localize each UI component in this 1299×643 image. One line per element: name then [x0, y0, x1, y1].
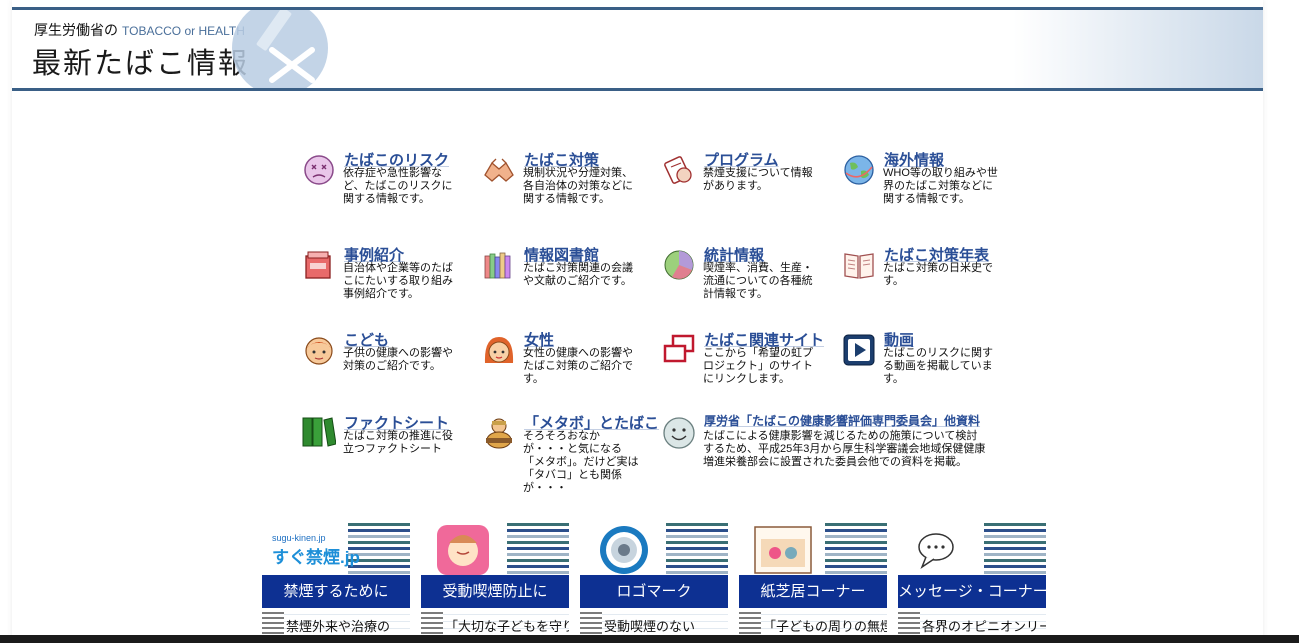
handshake-icon [484, 158, 514, 182]
tile-desc: 女性の健康への影響やたばこ対策のご紹介です。 [523, 347, 633, 385]
no-smoking-logo-icon [232, 10, 328, 88]
banner-sub-text: 各界のオピニオンリーダー [922, 619, 1046, 634]
tile-desc: たばこ対策関連の会議や文献のご紹介です。 [523, 262, 633, 287]
tile-desc: たばこによる健康影響を減じるための施策について検討するため、平成25年3月から厚… [703, 430, 986, 468]
globe-icon [844, 155, 874, 185]
banner-label[interactable]: 禁煙するために [262, 575, 410, 608]
banner-sub-text: 「子どもの周りの無煙 [763, 619, 887, 634]
woman-face-icon [484, 337, 514, 363]
banner-label[interactable]: 紙芝居コーナー [739, 575, 887, 608]
tile-desc: たばこ対策の推進に役立つファクトシート [343, 430, 453, 455]
green-binders-icon [302, 417, 336, 447]
logo-big-text: すぐ禁煙.jp [272, 547, 360, 567]
tile-desc: 規制状況や分煙対策、各自治体の対策などに関する情報です。 [523, 167, 633, 205]
banner-label[interactable]: ロゴマーク [580, 575, 728, 608]
open-book-icon [844, 253, 874, 279]
logo-small-text: sugu-kinen.jp [272, 533, 326, 543]
header-title: 最新たばこ情報 [32, 46, 250, 80]
banner-label[interactable]: 受動喫煙防止に [421, 575, 569, 608]
program-icon [664, 156, 692, 184]
pink-baby-badge-icon [437, 525, 489, 575]
banner-logo-mark[interactable]: ロゴマーク 受動喫煙のない [580, 523, 728, 643]
tile-desc: 依存症や急性影響など、たばこのリスクに関する情報です。 [343, 167, 453, 205]
no-smoking-mark-icon [600, 526, 648, 574]
banner-kamishibai[interactable]: 紙芝居コーナー 「子どもの周りの無煙 [739, 523, 887, 643]
metabo-man-icon [486, 418, 512, 449]
banner-quit-smoking[interactable]: sugu-kinen.jp すぐ禁煙.jp 禁煙するために 禁煙外来や治療の [262, 523, 410, 643]
sick-face-icon [304, 155, 334, 185]
banner-stripes [825, 523, 887, 575]
books-icon [484, 252, 511, 279]
speech-bubble-icon [918, 533, 954, 569]
kamishibai-icon [754, 526, 812, 574]
tile-desc: WHO等の取り組みや世界のたばこ対策などに関する情報です。 [883, 167, 998, 205]
pie-chart-icon [664, 250, 694, 280]
header-ministry-line: 厚生労働省の TOBACCO or HEALTH [34, 20, 245, 40]
banner-stripes [984, 523, 1046, 575]
tile-desc: ここから「希望の虹プロジェクト」のサイトにリンクします。 [703, 347, 813, 385]
banner-stripes [507, 523, 569, 575]
taskbar [0, 635, 1299, 643]
sugu-kinen-logo-icon: sugu-kinen.jp すぐ禁煙.jp [272, 533, 360, 567]
banner-label[interactable]: メッセージ・コーナー [898, 575, 1046, 608]
banner-passive-smoking[interactable]: 受動喫煙防止に 「大切な子どもを守り [421, 523, 569, 643]
tile-desc: 喫煙率、消費、生産・流通についての各種統計情報です。 [703, 262, 813, 300]
video-play-icon [843, 334, 875, 366]
tile-desc: 禁煙支援について情報があります。 [703, 167, 813, 192]
case-box-icon [305, 251, 331, 279]
header-ministry: 厚生労働省の [34, 23, 118, 39]
banner-sub-text: 「大切な子どもを守り [445, 619, 569, 634]
banner-message-corner[interactable]: メッセージ・コーナー 各界のオピニオンリーダー [898, 523, 1046, 643]
boy-face-icon [305, 337, 333, 365]
banner-stripes [666, 523, 728, 575]
tile-desc: たばこのリスクに関する動画を掲載しています。 [883, 347, 993, 385]
tile-desc: 子供の健康への影響や対策のご紹介です。 [343, 347, 453, 372]
tile-desc: そろそろおなかが・・・と気になる「メタボ」。だけど実は「タバコ」とも関係が・・・ [523, 430, 639, 494]
linked-windows-icon [663, 334, 695, 363]
site-header[interactable]: 厚生労働省の TOBACCO or HEALTH 最新たばこ情報 [12, 7, 1263, 91]
smile-face-icon [663, 417, 695, 449]
tile-desc: 自治体や企業等のたばこにたいする取り組み事例紹介です。 [343, 262, 453, 300]
tile-title[interactable]: 厚労省「たばこの健康影響評価専門委員会」他資料 [704, 412, 980, 429]
tile-desc: たばこ対策の日米史です。 [883, 262, 993, 287]
banner-sub-text: 禁煙外来や治療の [286, 619, 391, 634]
header-subtitle-en: TOBACCO or HEALTH [122, 24, 245, 38]
banner-sub-text: 受動喫煙のない [604, 619, 696, 634]
